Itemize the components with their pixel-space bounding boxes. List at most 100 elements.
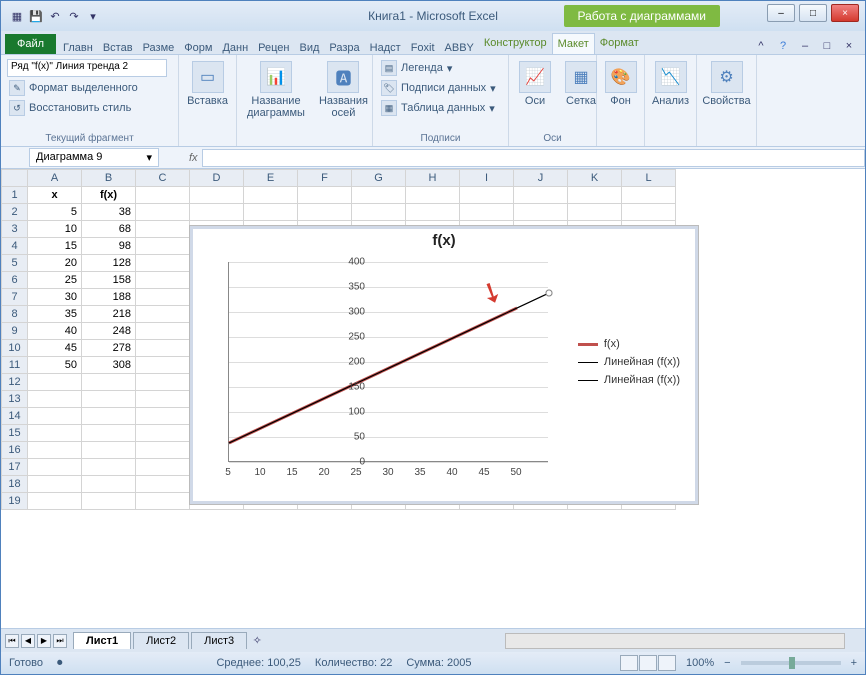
row-header-18[interactable]: 18 — [2, 476, 28, 493]
cell[interactable] — [136, 272, 190, 289]
tab-first-icon[interactable]: ⏮ — [5, 634, 19, 648]
insert-button[interactable]: ▭Вставка — [185, 59, 230, 109]
axes-button[interactable]: 📈Оси — [515, 59, 555, 109]
tab-Формат[interactable]: Формат — [595, 33, 644, 54]
cell[interactable] — [82, 408, 136, 425]
background-button[interactable]: 🎨Фон — [603, 59, 638, 109]
cell[interactable] — [406, 187, 460, 204]
zoom-in-icon[interactable]: + — [851, 657, 857, 669]
cell[interactable] — [568, 204, 622, 221]
name-box[interactable]: Диаграмма 9▾ — [29, 148, 159, 167]
save-icon[interactable]: 💾 — [28, 8, 44, 24]
cell[interactable]: 40 — [28, 323, 82, 340]
row-header-17[interactable]: 17 — [2, 459, 28, 476]
cell[interactable]: 188 — [82, 289, 136, 306]
cell[interactable]: 15 — [28, 238, 82, 255]
col-header-F[interactable]: F — [298, 170, 352, 187]
col-header-K[interactable]: K — [568, 170, 622, 187]
data-labels-button[interactable]: 🏷Подписи данных ▾ — [379, 79, 502, 97]
page-break-view-button[interactable] — [658, 655, 676, 671]
qat-more-icon[interactable]: ▾ — [85, 8, 101, 24]
cell[interactable] — [28, 425, 82, 442]
cell[interactable] — [82, 374, 136, 391]
cell[interactable] — [622, 204, 676, 221]
cell[interactable]: x — [28, 187, 82, 204]
cell[interactable] — [298, 204, 352, 221]
row-header-8[interactable]: 8 — [2, 306, 28, 323]
row-header-10[interactable]: 10 — [2, 340, 28, 357]
redo-icon[interactable]: ↷ — [66, 8, 82, 24]
cell[interactable] — [244, 204, 298, 221]
row-header-1[interactable]: 1 — [2, 187, 28, 204]
tab-next-icon[interactable]: ▶ — [37, 634, 51, 648]
formula-input[interactable] — [202, 149, 865, 167]
zoom-out-icon[interactable]: − — [724, 657, 730, 669]
cell[interactable] — [136, 425, 190, 442]
cell[interactable] — [82, 493, 136, 510]
row-header-2[interactable]: 2 — [2, 204, 28, 221]
select-all-corner[interactable] — [2, 170, 28, 187]
cell[interactable] — [82, 476, 136, 493]
cell[interactable] — [136, 493, 190, 510]
cell[interactable] — [82, 391, 136, 408]
fx-icon[interactable]: fx — [189, 152, 198, 164]
cell[interactable]: f(x) — [82, 187, 136, 204]
cell[interactable] — [136, 357, 190, 374]
cell[interactable] — [136, 238, 190, 255]
legend-item[interactable]: Линейная (f(x)) — [578, 356, 680, 368]
minimize-button[interactable]: – — [767, 4, 795, 22]
chart-element-selector[interactable]: Ряд "f(x)" Линия тренда 2 — [7, 59, 167, 77]
cell[interactable] — [298, 187, 352, 204]
chart-legend[interactable]: f(x)Линейная (f(x))Линейная (f(x)) — [578, 332, 680, 392]
col-header-E[interactable]: E — [244, 170, 298, 187]
cell[interactable] — [136, 289, 190, 306]
cell[interactable] — [460, 204, 514, 221]
axis-titles-button[interactable]: 🅰Названия осей — [315, 59, 372, 121]
tab-prev-icon[interactable]: ◀ — [21, 634, 35, 648]
cell[interactable]: 308 — [82, 357, 136, 374]
worksheet-area[interactable]: ABCDEFGHIJKL1xf(x)2538310684159852012862… — [1, 169, 865, 628]
cell[interactable] — [136, 306, 190, 323]
embedded-chart[interactable]: f(x) 050100150200250300350400 5101520253… — [189, 225, 699, 505]
row-header-9[interactable]: 9 — [2, 323, 28, 340]
cell[interactable] — [136, 459, 190, 476]
cell[interactable] — [514, 204, 568, 221]
cell[interactable]: 68 — [82, 221, 136, 238]
row-header-3[interactable]: 3 — [2, 221, 28, 238]
gridlines-button[interactable]: ▦Сетка — [561, 59, 601, 109]
undo-icon[interactable]: ↶ — [47, 8, 63, 24]
cell[interactable]: 30 — [28, 289, 82, 306]
zoom-level[interactable]: 100% — [686, 657, 714, 669]
sheet-tab-Лист3[interactable]: Лист3 — [191, 632, 247, 649]
cell[interactable] — [190, 204, 244, 221]
reset-style-button[interactable]: ↺Восстановить стиль — [7, 99, 172, 117]
cell[interactable]: 218 — [82, 306, 136, 323]
doc-min-icon[interactable]: – — [797, 38, 813, 54]
properties-button[interactable]: ⚙Свойства — [703, 59, 750, 109]
col-header-G[interactable]: G — [352, 170, 406, 187]
sheet-tab-Лист2[interactable]: Лист2 — [133, 632, 189, 649]
close-button[interactable]: × — [831, 4, 859, 22]
data-table-button[interactable]: ▦Таблица данных ▾ — [379, 99, 502, 117]
cell[interactable] — [568, 187, 622, 204]
analysis-button[interactable]: 📉Анализ — [651, 59, 690, 109]
cell[interactable]: 45 — [28, 340, 82, 357]
tab-Макет[interactable]: Макет — [552, 33, 595, 54]
cell[interactable] — [136, 391, 190, 408]
cell[interactable]: 10 — [28, 221, 82, 238]
cell[interactable] — [136, 442, 190, 459]
cell[interactable]: 158 — [82, 272, 136, 289]
cell[interactable] — [28, 408, 82, 425]
cell[interactable]: 128 — [82, 255, 136, 272]
cell[interactable] — [82, 425, 136, 442]
cell[interactable] — [136, 204, 190, 221]
col-header-L[interactable]: L — [622, 170, 676, 187]
row-header-16[interactable]: 16 — [2, 442, 28, 459]
tab-last-icon[interactable]: ⏭ — [53, 634, 67, 648]
row-header-7[interactable]: 7 — [2, 289, 28, 306]
cell[interactable] — [28, 442, 82, 459]
col-header-C[interactable]: C — [136, 170, 190, 187]
file-tab[interactable]: Файл — [5, 34, 56, 54]
macro-record-icon[interactable]: ⏺ — [57, 657, 63, 670]
doc-close-icon[interactable]: × — [841, 38, 857, 54]
